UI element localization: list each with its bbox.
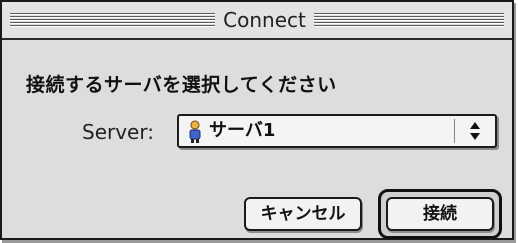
title-bar-stripes-left [10, 13, 215, 27]
user-icon [189, 120, 201, 143]
up-down-arrows-icon [470, 122, 480, 140]
server-popup-value: サーバ1 [209, 120, 276, 141]
window-title: Connect [223, 8, 306, 32]
title-bar-stripes-right [314, 13, 504, 27]
popup-divider [454, 119, 455, 143]
server-label: Server: [82, 120, 154, 144]
connect-dialog: Connect 接続するサーバを選択してください Server: サーバ1 キャ… [0, 0, 514, 240]
prompt-text: 接続するサーバを選択してください [26, 74, 337, 96]
title-bar[interactable]: Connect [2, 2, 512, 40]
server-popup-menu[interactable]: サーバ1 [177, 114, 497, 148]
cancel-button[interactable]: キャンセル [244, 197, 362, 231]
connect-button[interactable]: 接続 [386, 197, 494, 231]
